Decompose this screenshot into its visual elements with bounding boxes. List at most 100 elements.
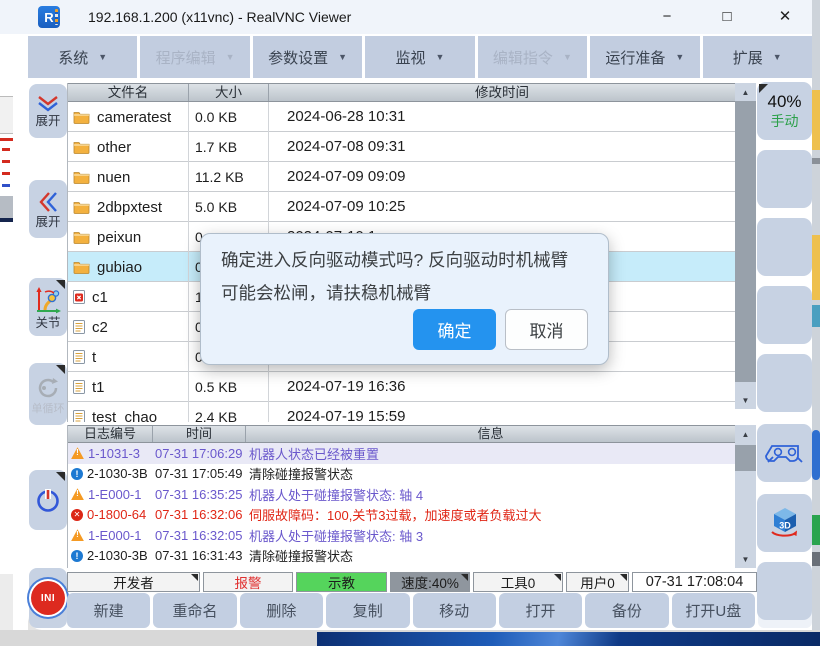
speed-value: 40% xyxy=(767,92,801,112)
menu-bar: 系统 ▼ 程序编辑 ▼ 参数设置 ▼ 监视 ▼ 编辑指令 ▼ 运行准备 ▼ 扩展… xyxy=(28,36,812,78)
gamepad-button[interactable] xyxy=(757,424,812,482)
scroll-down-icon[interactable]: ▼ xyxy=(735,550,756,568)
confirm-button[interactable]: 确定 xyxy=(413,309,496,350)
ini-button[interactable]: INI xyxy=(29,568,67,628)
speed-mode-button[interactable]: 40% 手动 xyxy=(757,82,812,140)
log-id: 1-E000-1 xyxy=(88,528,141,543)
log-row-selected[interactable]: !1-1031-3 07-31 17:06:29 机器人状态已经被重置 xyxy=(68,443,735,464)
expand-left-label: 展开 xyxy=(35,216,60,229)
desktop-fragment xyxy=(0,574,13,630)
remote-desktop-left-edge xyxy=(0,34,28,630)
file-name: test_chao xyxy=(92,409,157,423)
folder-icon xyxy=(73,260,90,274)
info-icon: ! xyxy=(71,550,83,562)
file-name: peixun xyxy=(97,229,141,246)
right-panel-button-1[interactable] xyxy=(757,150,812,208)
menu-label: 编辑指令 xyxy=(493,47,553,68)
chevron-down-icon: ▼ xyxy=(675,52,684,62)
copy-button[interactable]: 复制 xyxy=(326,593,409,628)
file-row[interactable]: nuen 11.2 KB 2024-07-09 09:09 xyxy=(68,162,735,192)
remote-desktop-edge xyxy=(812,0,820,630)
document-icon xyxy=(73,410,85,422)
chevron-down-icon: ▼ xyxy=(436,52,445,62)
file-row[interactable]: 2dbpxtest 5.0 KB 2024-07-09 10:25 xyxy=(68,192,735,222)
log-time: 07-31 16:35:25 xyxy=(153,487,246,502)
open-button[interactable]: 打开 xyxy=(499,593,582,628)
right-panel-button-2[interactable] xyxy=(757,218,812,276)
log-row[interactable]: !2-1030-3B 07-31 16:31:43 清除碰撞报警状态 xyxy=(68,546,735,567)
desktop-fragment xyxy=(0,96,13,134)
tool-selector[interactable]: 工具0 xyxy=(473,572,563,592)
log-id: 1-E000-1 xyxy=(88,487,141,502)
minimize-button[interactable]: − xyxy=(648,0,686,34)
joint-mode-button[interactable]: 关节 xyxy=(29,278,67,336)
log-scroll-thumb[interactable] xyxy=(735,445,756,471)
maximize-button[interactable]: □ xyxy=(708,0,746,34)
alarm-status[interactable]: 报警 xyxy=(203,572,293,592)
menu-program-edit[interactable]: 程序编辑 ▼ xyxy=(140,36,249,78)
right-panel-button-5[interactable] xyxy=(757,562,812,620)
menu-run-prepare[interactable]: 运行准备 ▼ xyxy=(590,36,699,78)
rename-button[interactable]: 重命名 xyxy=(153,593,236,628)
scroll-down-icon[interactable]: ▼ xyxy=(735,391,756,409)
chevron-down-icon: ▼ xyxy=(98,52,107,62)
ini-icon: INI xyxy=(31,581,65,615)
file-scrollbar[interactable]: ▲ ▼ xyxy=(735,83,756,409)
move-button[interactable]: 移动 xyxy=(413,593,496,628)
desktop-folder-icon xyxy=(812,90,820,150)
file-scroll-track[interactable] xyxy=(735,101,756,391)
file-row[interactable]: cameratest 0.0 KB 2024-06-28 10:31 xyxy=(68,102,735,132)
delete-button[interactable]: 删除 xyxy=(240,593,323,628)
file-scroll-thumb[interactable] xyxy=(735,101,756,382)
teach-mode-status[interactable]: 示教 xyxy=(296,572,387,592)
chevron-down-icon: ▼ xyxy=(773,52,782,62)
3d-cube-icon: 3D xyxy=(767,505,803,541)
log-message: 机器人状态已经被重置 xyxy=(246,444,735,463)
user-level-developer[interactable]: 开发者 xyxy=(67,572,200,592)
menu-edit-instruction[interactable]: 编辑指令 ▼ xyxy=(478,36,587,78)
expand-left-button[interactable]: 展开 xyxy=(29,180,67,238)
scroll-up-icon[interactable]: ▲ xyxy=(735,425,756,443)
backup-button[interactable]: 备份 xyxy=(585,593,668,628)
log-row[interactable]: !1-E000-1 07-31 16:35:25 机器人处于碰撞报警状态: 轴 … xyxy=(68,484,735,505)
document-icon xyxy=(73,380,85,394)
file-row[interactable]: other 1.7 KB 2024-07-08 09:31 xyxy=(68,132,735,162)
log-message: 清除碰撞报警状态 xyxy=(246,546,735,565)
file-row[interactable]: t1 0.5 KB 2024-07-19 16:36 xyxy=(68,372,735,402)
folder-icon xyxy=(73,170,90,184)
log-id: 2-1030-3B xyxy=(87,466,148,481)
close-button[interactable]: ✕ xyxy=(766,0,804,34)
file-row[interactable]: test_chao 2.4 KB 2024-07-19 15:59 xyxy=(68,402,735,422)
file-name: t1 xyxy=(92,379,105,396)
dialog-message: 确定进入反向驱动模式吗? 反向驱动时机械臂 可能会松闸，请扶稳机械臂 xyxy=(221,244,568,310)
cancel-button[interactable]: 取消 xyxy=(505,309,588,350)
log-row[interactable]: !2-1030-3B 07-31 17:05:49 清除碰撞报警状态 xyxy=(68,464,735,485)
right-panel-button-4[interactable] xyxy=(757,354,812,412)
desktop-label-fragment xyxy=(812,552,820,566)
scroll-up-icon[interactable]: ▲ xyxy=(735,83,756,101)
speed-status[interactable]: 速度:40% xyxy=(390,572,470,592)
menu-monitor[interactable]: 监视 ▼ xyxy=(365,36,474,78)
log-scrollbar[interactable]: ▲ ▼ xyxy=(735,425,756,568)
desktop-navy-line xyxy=(0,218,13,222)
single-loop-button[interactable]: 单循环 xyxy=(29,363,67,425)
3d-view-button[interactable]: 3D xyxy=(757,494,812,552)
desktop-label-fragment xyxy=(812,158,820,164)
warning-icon: ! xyxy=(71,447,84,459)
menu-system[interactable]: 系统 ▼ xyxy=(28,36,137,78)
open-usb-button[interactable]: 打开U盘 xyxy=(672,593,755,628)
log-row[interactable]: !1-E000-1 07-31 16:32:05 机器人处于碰撞报警状态: 轴 … xyxy=(68,525,735,546)
file-name: nuen xyxy=(97,169,130,186)
new-button[interactable]: 新建 xyxy=(67,593,150,628)
user-frame-selector[interactable]: 用户0 xyxy=(566,572,629,592)
right-panel-button-3[interactable] xyxy=(757,286,812,344)
expand-down-button[interactable]: 展开 xyxy=(29,84,67,138)
log-row[interactable]: ✕0-1800-64 07-31 16:32:06 伺服故障码：100,关节3过… xyxy=(68,505,735,526)
menu-parameter-settings[interactable]: 参数设置 ▼ xyxy=(253,36,362,78)
menu-label: 系统 xyxy=(58,47,88,68)
log-scroll-track[interactable] xyxy=(735,443,756,550)
folder-icon xyxy=(73,140,90,154)
log-message: 伺服故障码：100,关节3过载，加速度或者负载过大 xyxy=(246,505,735,524)
power-button[interactable] xyxy=(29,470,67,530)
menu-extension[interactable]: 扩展 ▼ xyxy=(703,36,812,78)
